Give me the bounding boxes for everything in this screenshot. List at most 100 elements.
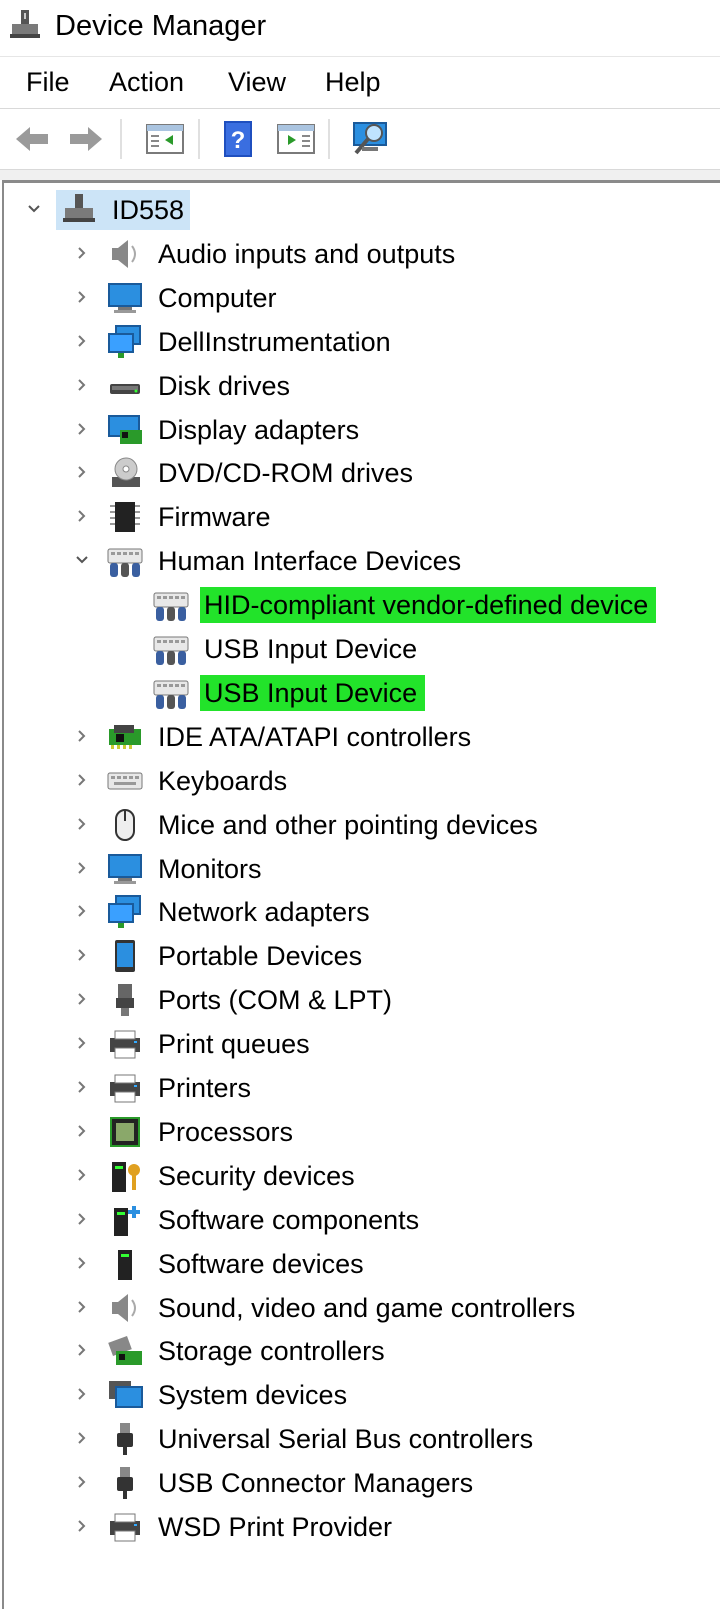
chevron-right-icon[interactable]: [74, 816, 90, 832]
toolbar-separator: [328, 119, 331, 159]
monitor-icon: [106, 851, 144, 887]
tree-device-usb-input-device[interactable]: USB Input Device: [4, 673, 704, 713]
tree-category-system-devices[interactable]: System devices: [4, 1375, 704, 1415]
menu-help[interactable]: Help: [323, 65, 383, 99]
mouse-icon: [106, 807, 144, 843]
tree-category-portable-devices[interactable]: Portable Devices: [4, 936, 704, 976]
chevron-right-icon[interactable]: [74, 421, 90, 437]
back-icon[interactable]: [12, 119, 52, 159]
chevron-right-icon[interactable]: [74, 245, 90, 261]
speaker-icon: [106, 1290, 144, 1326]
chevron-right-icon[interactable]: [74, 1211, 90, 1227]
tree-category-processors[interactable]: Processors: [4, 1112, 704, 1152]
dvd-icon: [106, 455, 144, 491]
chevron-right-icon[interactable]: [74, 1518, 90, 1534]
tree-category-label: Ports (COM & LPT): [158, 985, 393, 1016]
chevron-right-icon[interactable]: [74, 860, 90, 876]
chevron-right-icon[interactable]: [74, 1079, 90, 1095]
hid-icon: [152, 587, 190, 623]
chevron-right-icon[interactable]: [74, 1430, 90, 1446]
tree-category-label: Computer: [158, 282, 277, 313]
tree-category-label: Display adapters: [158, 414, 360, 445]
display-adapter-icon: [106, 412, 144, 448]
menu-view[interactable]: View: [226, 65, 288, 99]
menu-action[interactable]: Action: [107, 65, 186, 99]
chevron-right-icon[interactable]: [74, 464, 90, 480]
tree-category-label: Storage controllers: [158, 1336, 385, 1367]
tree-category-software-devices[interactable]: Software devices: [4, 1244, 704, 1284]
chevron-down-icon[interactable]: [26, 201, 42, 217]
tree-device-hid-compliant-vendor-defined-device[interactable]: HID-compliant vendor-defined device: [4, 585, 704, 625]
tree-category-label: Mice and other pointing devices: [158, 809, 538, 840]
help-icon[interactable]: ?: [218, 119, 258, 159]
tree-category-computer[interactable]: Computer: [4, 278, 704, 318]
tree-category-label: Universal Serial Bus controllers: [158, 1424, 534, 1455]
chevron-right-icon[interactable]: [74, 333, 90, 349]
tree-category-ports-com-lpt[interactable]: Ports (COM & LPT): [4, 980, 704, 1020]
svg-text:?: ?: [231, 127, 246, 154]
tree-device-usb-input-device[interactable]: USB Input Device: [4, 629, 704, 669]
chevron-right-icon[interactable]: [74, 289, 90, 305]
tree-category-sound-video-and-game-controllers[interactable]: Sound, video and game controllers: [4, 1288, 704, 1328]
chip-icon: [106, 499, 144, 535]
chevron-right-icon[interactable]: [74, 1299, 90, 1315]
chevron-right-icon[interactable]: [74, 1474, 90, 1490]
tree-category-network-adapters[interactable]: Network adapters: [4, 892, 704, 932]
tree-category-display-adapters[interactable]: Display adapters: [4, 410, 704, 450]
toolbar-gap: [0, 170, 720, 180]
tree-category-keyboards[interactable]: Keyboards: [4, 761, 704, 801]
tree-category-dvd-cd-rom-drives[interactable]: DVD/CD-ROM drives: [4, 453, 704, 493]
tree-category-security-devices[interactable]: Security devices: [4, 1156, 704, 1196]
chevron-right-icon[interactable]: [74, 377, 90, 393]
tree-category-printers[interactable]: Printers: [4, 1068, 704, 1108]
chevron-right-icon[interactable]: [74, 1167, 90, 1183]
tree-category-software-components[interactable]: Software components: [4, 1200, 704, 1240]
tree-category-label: System devices: [158, 1380, 348, 1411]
chevron-right-icon[interactable]: [74, 1123, 90, 1139]
printer-icon: [106, 1509, 144, 1545]
portable-device-icon: [106, 938, 144, 974]
tree-category-label: Network adapters: [158, 897, 370, 928]
tree-category-audio-inputs-and-outputs[interactable]: Audio inputs and outputs: [4, 234, 704, 274]
device-tree: ID558 Audio inputs and outputs Computer De…: [2, 180, 720, 1609]
tree-category-label: Software components: [158, 1204, 420, 1235]
processor-icon: [106, 1114, 144, 1150]
tree-root[interactable]: ID558: [4, 190, 704, 230]
hid-icon: [152, 675, 190, 711]
chevron-right-icon[interactable]: [74, 903, 90, 919]
tree-category-storage-controllers[interactable]: Storage controllers: [4, 1331, 704, 1371]
forward-icon[interactable]: [66, 119, 106, 159]
chevron-right-icon[interactable]: [74, 991, 90, 1007]
chevron-right-icon[interactable]: [74, 1035, 90, 1051]
tree-category-monitors[interactable]: Monitors: [4, 849, 704, 889]
tree-category-firmware[interactable]: Firmware: [4, 497, 704, 537]
tree-category-mice-and-other-pointing-devices[interactable]: Mice and other pointing devices: [4, 805, 704, 845]
chevron-right-icon[interactable]: [74, 1386, 90, 1402]
tree-category-usb-connector-managers[interactable]: USB Connector Managers: [4, 1463, 704, 1503]
tree-category-print-queues[interactable]: Print queues: [4, 1024, 704, 1064]
tree-category-dellinstrumentation[interactable]: DellInstrumentation: [4, 322, 704, 362]
chevron-right-icon[interactable]: [74, 728, 90, 744]
tree-category-human-interface-devices[interactable]: Human Interface Devices: [4, 541, 704, 581]
properties-pane-icon[interactable]: [276, 119, 316, 159]
tree-category-universal-serial-bus-controllers[interactable]: Universal Serial Bus controllers: [4, 1419, 704, 1459]
tree-category-disk-drives[interactable]: Disk drives: [4, 366, 704, 406]
tree-category-label: Keyboards: [158, 765, 288, 796]
storage-controller-icon: [106, 1333, 144, 1369]
device-manager-icon: [8, 8, 42, 42]
tree-category-ide-ata-atapi-controllers[interactable]: IDE ATA/ATAPI controllers: [4, 717, 704, 757]
tree-category-label: WSD Print Provider: [158, 1512, 393, 1542]
tree-category-wsd-print-provider[interactable]: WSD Print Provider: [4, 1507, 704, 1547]
scan-hardware-icon[interactable]: [350, 119, 390, 159]
chevron-right-icon[interactable]: [74, 947, 90, 963]
chevron-right-icon[interactable]: [74, 1255, 90, 1271]
chevron-right-icon[interactable]: [74, 1342, 90, 1358]
chevron-right-icon[interactable]: [74, 772, 90, 788]
show-hide-console-tree-icon[interactable]: [145, 119, 185, 159]
menu-file[interactable]: File: [24, 65, 72, 99]
software-component-icon: [106, 1202, 144, 1238]
printer-icon: [106, 1026, 144, 1062]
chevron-right-icon[interactable]: [74, 508, 90, 524]
chevron-down-icon[interactable]: [74, 552, 90, 568]
network-monitor-icon: [106, 324, 144, 360]
